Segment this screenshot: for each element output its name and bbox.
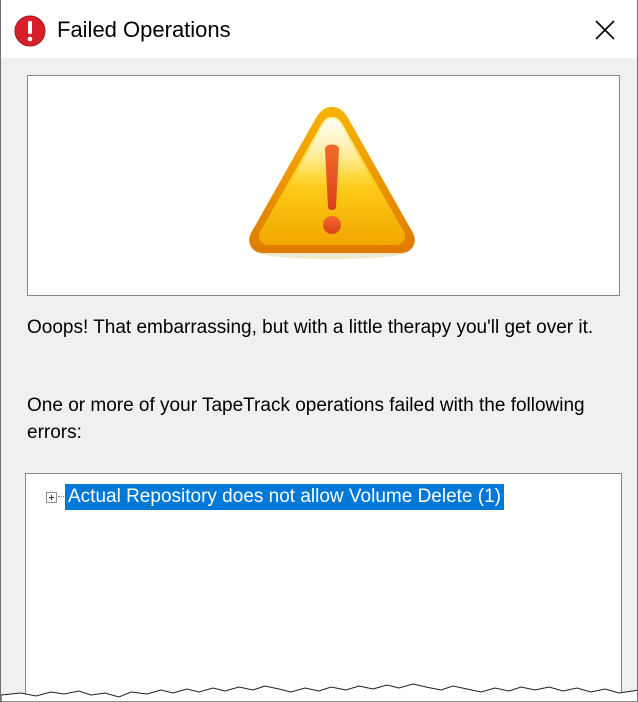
close-icon — [595, 20, 615, 40]
torn-edge — [1, 683, 637, 702]
title-bar[interactable]: Failed Operations — [1, 0, 637, 58]
error-icon — [14, 15, 46, 47]
errors-tree-view[interactable]: Actual Repository does not allow Volume … — [25, 473, 622, 702]
expand-plus-icon[interactable] — [46, 491, 57, 503]
close-button[interactable] — [581, 8, 629, 52]
window-title: Failed Operations — [57, 17, 231, 42]
warning-banner — [27, 75, 620, 296]
tree-item-label[interactable]: Actual Repository does not allow Volume … — [65, 484, 505, 510]
failed-operations-dialog: Failed Operations Ooops! That embarrassi… — [0, 0, 638, 702]
error-summary-message: One or more of your TapeTrack operations… — [27, 395, 585, 443]
apology-message: Ooops! That embarrassing, but with a lit… — [27, 317, 594, 338]
tree-item[interactable]: Actual Repository does not allow Volume … — [46, 483, 505, 511]
tree-connector — [58, 496, 64, 498]
warning-triangle-icon — [249, 107, 415, 259]
